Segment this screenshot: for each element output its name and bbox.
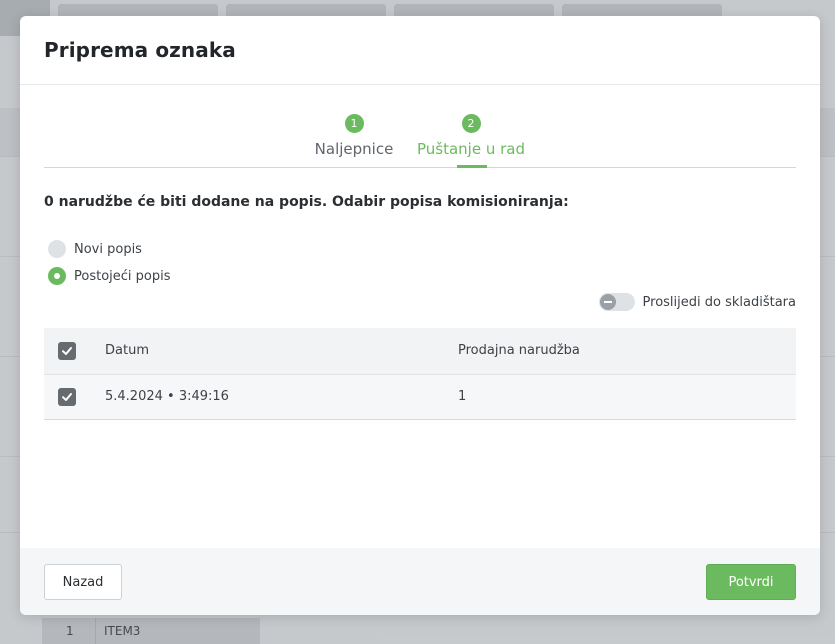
- orders-info-text: 0 narudžbe će biti dodane na popis. Odab…: [44, 194, 569, 210]
- confirm-button[interactable]: Potvrdi: [706, 564, 796, 600]
- label-preparation-dialog: Priprema oznaka 1 Naljepnice 2 Puštanje …: [20, 16, 820, 615]
- step-number-badge: 1: [344, 114, 364, 133]
- dialog-footer: Nazad Potvrdi: [20, 548, 820, 615]
- step-label: Puštanje u rad: [416, 140, 525, 158]
- table-row[interactable]: 5.4.2024 • 3:49:16 1: [44, 375, 796, 420]
- back-button[interactable]: Nazad: [44, 564, 122, 600]
- table-header: Datum Prodajna narudžba: [44, 328, 796, 375]
- forward-to-warehouse-toggle[interactable]: Proslijedi do skladištara: [598, 293, 796, 311]
- step-release[interactable]: 2 Puštanje u rad: [416, 114, 526, 158]
- orders-table: Datum Prodajna narudžba 5.4.2024 • 3:49:…: [44, 328, 796, 420]
- dialog-title: Priprema oznaka: [44, 38, 236, 62]
- select-all-checkbox[interactable]: [58, 342, 76, 360]
- radio-label: Novi popis: [74, 241, 142, 257]
- row-sales-order: 1: [458, 389, 467, 404]
- radio-checked-icon[interactable]: [48, 267, 66, 285]
- radio-unchecked-icon[interactable]: [48, 240, 66, 258]
- check-icon: [62, 393, 72, 401]
- stepper: 1 Naljepnice 2 Puštanje u rad: [44, 112, 796, 168]
- active-step-indicator: [457, 165, 487, 168]
- radio-new-list[interactable]: Novi popis: [48, 240, 142, 258]
- step-label: Naljepnice: [314, 140, 394, 158]
- step-number-badge: 2: [461, 114, 481, 133]
- row-date: 5.4.2024 • 3:49:16: [105, 389, 229, 404]
- check-icon: [62, 347, 72, 355]
- dialog-header: Priprema oznaka: [20, 16, 820, 85]
- row-checkbox[interactable]: [58, 388, 76, 406]
- column-header-sales-order[interactable]: Prodajna narudžba: [458, 343, 580, 358]
- radio-label: Postojeći popis: [74, 268, 171, 284]
- toggle-label: Proslijedi do skladištara: [642, 294, 796, 310]
- step-labels[interactable]: 1 Naljepnice: [314, 114, 394, 158]
- radio-existing-list[interactable]: Postojeći popis: [48, 267, 171, 285]
- column-header-date[interactable]: Datum: [105, 343, 149, 358]
- toggle-switch[interactable]: [598, 293, 635, 311]
